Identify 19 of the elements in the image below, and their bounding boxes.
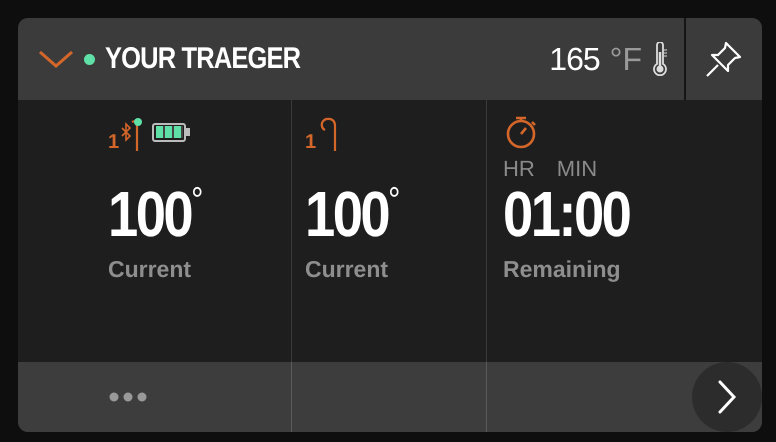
next-button[interactable] bbox=[692, 362, 762, 432]
probe-number: 1 bbox=[108, 132, 120, 152]
chevron-down-icon[interactable] bbox=[38, 49, 74, 69]
chevron-right-icon bbox=[717, 379, 737, 415]
temperature-unit: °F bbox=[610, 40, 642, 78]
timer-value: 01:00 bbox=[503, 182, 631, 246]
temperature-label: Current bbox=[108, 256, 192, 283]
probe-temperature: 100° bbox=[305, 182, 402, 246]
timer-label: Remaining bbox=[503, 256, 622, 283]
thermometer-icon bbox=[652, 42, 668, 76]
temperature-label: Current bbox=[305, 256, 390, 283]
probe-temperature: 100° bbox=[108, 182, 204, 246]
more-icon[interactable] bbox=[108, 391, 148, 403]
grill-temperature: 165 bbox=[549, 40, 600, 78]
probe-number: 1 bbox=[305, 132, 316, 152]
grill-title: YOUR TRAEGER bbox=[105, 42, 300, 76]
minutes-label: MIN bbox=[556, 156, 598, 182]
pin-icon[interactable] bbox=[704, 39, 744, 79]
hours-label: HR bbox=[503, 156, 535, 182]
